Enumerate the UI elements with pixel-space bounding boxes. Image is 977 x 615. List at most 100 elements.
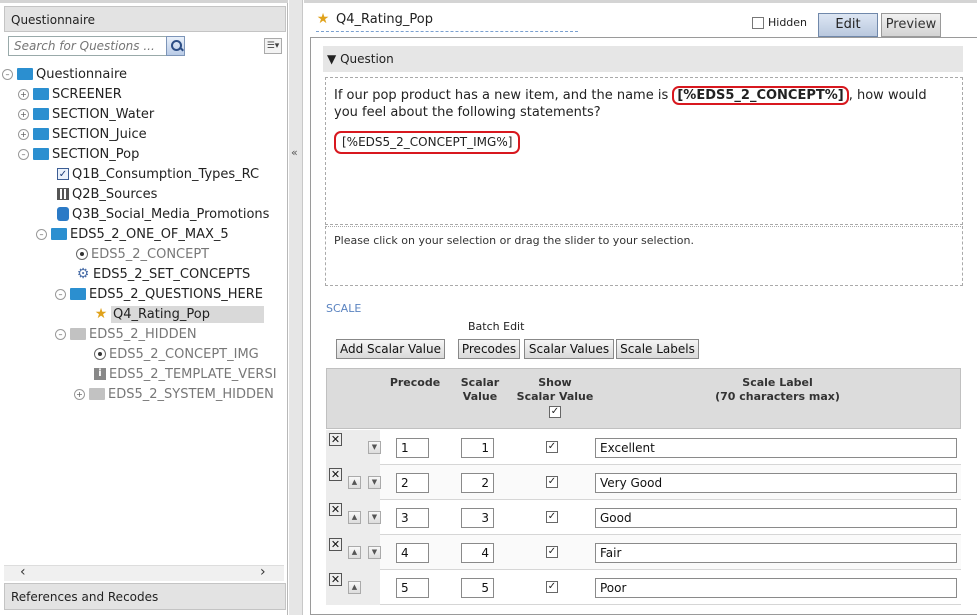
col-scale-label: Scale Label (70 characters max)	[595, 376, 960, 404]
scale-label-input[interactable]: Poor	[595, 578, 957, 598]
radio-question-icon	[94, 347, 106, 360]
delete-row-icon[interactable]: ✕	[329, 573, 342, 586]
show-scalar-checkbox[interactable]: ✓	[546, 581, 558, 593]
collapse-icon[interactable]: –	[2, 69, 13, 80]
move-down-icon[interactable]: ▼	[368, 476, 381, 489]
expand-icon[interactable]: +	[74, 389, 85, 400]
delete-row-icon[interactable]: ✕	[329, 433, 342, 446]
collapse-icon[interactable]: –	[36, 229, 47, 240]
folder-icon	[33, 127, 49, 140]
row-controls: ✕ ▲ ▼	[326, 465, 381, 500]
scalar-value-input[interactable]: 4	[461, 543, 494, 563]
tab-edit[interactable]: Edit	[818, 13, 878, 37]
tree-menu-icon[interactable]: ☰▾	[264, 38, 282, 54]
tree-node-eds5-template-versi[interactable]: i EDS5_2_TEMPLATE_VERSI	[94, 365, 277, 385]
tree-node-q4-rating-pop[interactable]: ★ Q4_Rating_Pop	[94, 305, 264, 325]
precode-input[interactable]: 4	[396, 543, 429, 563]
collapse-triangle-icon[interactable]: ▼	[327, 52, 336, 66]
panel-splitter[interactable]: «	[289, 0, 303, 615]
show-scalar-checkbox[interactable]: ✓	[546, 441, 558, 453]
expand-icon[interactable]: +	[18, 89, 29, 100]
scale-label-input[interactable]: Good	[595, 508, 957, 528]
tree-node-eds5-concept[interactable]: EDS5_2_CONCEPT	[76, 245, 209, 265]
move-up-icon[interactable]: ▲	[348, 476, 361, 489]
horizontal-scrollbar[interactable]: ‹ ›	[4, 564, 284, 581]
scalar-value-input[interactable]: 3	[461, 508, 494, 528]
move-down-icon[interactable]: ▼	[368, 511, 381, 524]
question-text-area[interactable]: If our pop product has a new item, and t…	[325, 77, 963, 225]
tree-node-eds5-hidden[interactable]: – EDS5_2_HIDDEN	[55, 325, 197, 345]
expand-icon[interactable]: +	[18, 129, 29, 140]
section-title: Question	[340, 52, 394, 66]
folder-icon	[33, 87, 49, 100]
show-scalar-checkbox[interactable]: ✓	[546, 546, 558, 558]
tree-node-section-juice[interactable]: + SECTION_Juice	[18, 125, 147, 145]
move-down-icon[interactable]: ▼	[368, 441, 381, 454]
scalar-values-button[interactable]: Scalar Values	[524, 339, 614, 359]
instruction-text[interactable]: Please click on your selection or drag t…	[325, 226, 963, 286]
hidden-toggle[interactable]: Hidden	[752, 16, 807, 29]
question-section-header[interactable]: ▼ Question	[323, 46, 963, 72]
search-input[interactable]	[8, 36, 176, 56]
question-name: Q4_Rating_Pop	[336, 12, 433, 27]
scalar-value-input[interactable]: 2	[461, 473, 494, 493]
tree-node-q1b[interactable]: ✓ Q1B_Consumption_Types_RC	[57, 165, 259, 185]
expand-icon[interactable]: +	[18, 109, 29, 120]
scroll-right-icon[interactable]: ›	[260, 564, 266, 580]
delete-row-icon[interactable]: ✕	[329, 538, 342, 551]
show-scalar-checkbox[interactable]: ✓	[546, 511, 558, 523]
hidden-checkbox[interactable]	[752, 17, 764, 29]
edit-panel: ▼ Question If our pop product has a new …	[310, 37, 977, 615]
tree-node-questionnaire[interactable]: – Questionnaire	[2, 65, 127, 85]
tree-node-q3b[interactable]: Q3B_Social_Media_Promotions	[57, 205, 269, 225]
tree-node-section-water[interactable]: + SECTION_Water	[18, 105, 154, 125]
col-scale-label-line1: Scale Label	[742, 376, 813, 389]
move-up-icon[interactable]: ▲	[348, 581, 361, 594]
question-name-field[interactable]: ★ Q4_Rating_Pop	[316, 12, 578, 32]
show-all-checkbox[interactable]: ✓	[549, 406, 561, 418]
collapse-panel-icon[interactable]: «	[291, 146, 298, 159]
tree-node-section-pop[interactable]: – SECTION_Pop	[18, 145, 139, 165]
references-and-recodes-header[interactable]: References and Recodes	[4, 583, 286, 610]
move-down-icon[interactable]: ▼	[368, 546, 381, 559]
tree-node-eds5-system-hidden[interactable]: + EDS5_2_SYSTEM_HIDDEN	[74, 385, 274, 405]
question-text: If our pop product has a new item, and t…	[334, 86, 949, 154]
delete-row-icon[interactable]: ✕	[329, 503, 342, 516]
tree-node-screener[interactable]: + SCREENER	[18, 85, 122, 105]
add-scalar-value-button[interactable]: Add Scalar Value	[336, 339, 445, 359]
grid-question-icon	[57, 187, 69, 200]
scale-labels-button[interactable]: Scale Labels	[616, 339, 699, 359]
scalar-value-input[interactable]: 1	[461, 438, 494, 458]
precode-input[interactable]: 3	[396, 508, 429, 528]
scale-label-input[interactable]: Fair	[595, 543, 957, 563]
scroll-left-icon[interactable]: ‹	[20, 564, 26, 580]
tree-node-eds5-concept-img[interactable]: EDS5_2_CONCEPT_IMG	[94, 345, 259, 365]
row-controls: ✕ ▲	[326, 570, 380, 605]
tree-node-q2b[interactable]: Q2B_Sources	[57, 185, 157, 205]
scale-label-input[interactable]: Excellent	[595, 438, 957, 458]
scale-row: ✕ ▲ 5 5 ✓ Poor	[326, 570, 961, 605]
tab-preview[interactable]: Preview	[881, 13, 941, 37]
row-controls: ✕ ▼	[326, 430, 381, 465]
precodes-button[interactable]: Precodes	[458, 339, 520, 359]
precode-input[interactable]: 1	[396, 438, 429, 458]
search-icon[interactable]	[166, 36, 185, 56]
tree-node-eds5-questions-here[interactable]: – EDS5_2_QUESTIONS_HERE	[55, 285, 263, 305]
tree-node-eds5-set-concepts[interactable]: ⚙ EDS5_2_SET_CONCEPTS	[76, 265, 251, 285]
scale-label-input[interactable]: Very Good	[595, 473, 957, 493]
precode-input[interactable]: 5	[396, 578, 429, 598]
collapse-icon[interactable]: –	[55, 329, 66, 340]
scale-row: ✕ ▲ ▼ 3 3 ✓ Good	[326, 500, 961, 535]
show-scalar-checkbox[interactable]: ✓	[546, 476, 558, 488]
collapse-icon[interactable]: –	[55, 289, 66, 300]
col-precode: Precode	[389, 376, 441, 389]
move-up-icon[interactable]: ▲	[348, 511, 361, 524]
scalar-value-input[interactable]: 5	[461, 578, 494, 598]
precode-input[interactable]: 2	[396, 473, 429, 493]
tree-node-eds5-one-of-max[interactable]: – EDS5_2_ONE_OF_MAX_5	[36, 225, 229, 245]
col-show-scalar-line2: Scalar Value	[516, 390, 594, 403]
move-up-icon[interactable]: ▲	[348, 546, 361, 559]
delete-row-icon[interactable]: ✕	[329, 468, 342, 481]
batch-edit-label: Batch Edit	[468, 320, 525, 333]
collapse-icon[interactable]: –	[18, 149, 29, 160]
